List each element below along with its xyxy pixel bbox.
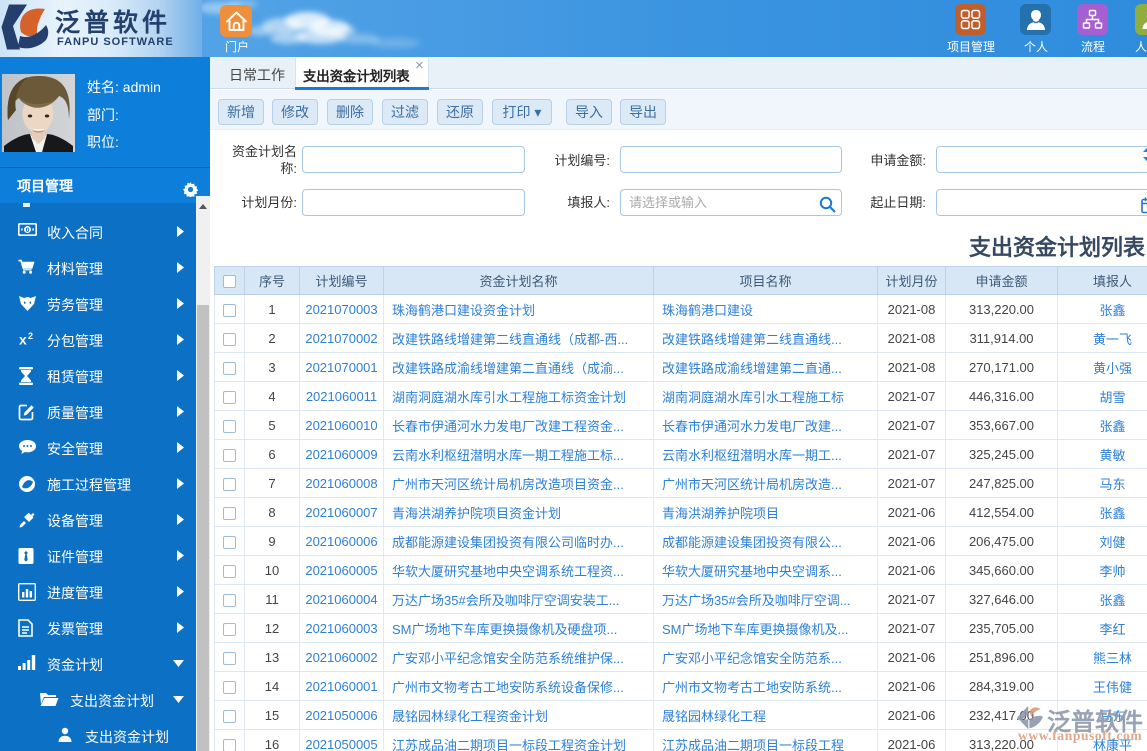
svg-text:x: x <box>19 332 27 348</box>
svg-text:0: 0 <box>26 227 30 234</box>
svg-text:2: 2 <box>28 331 33 341</box>
